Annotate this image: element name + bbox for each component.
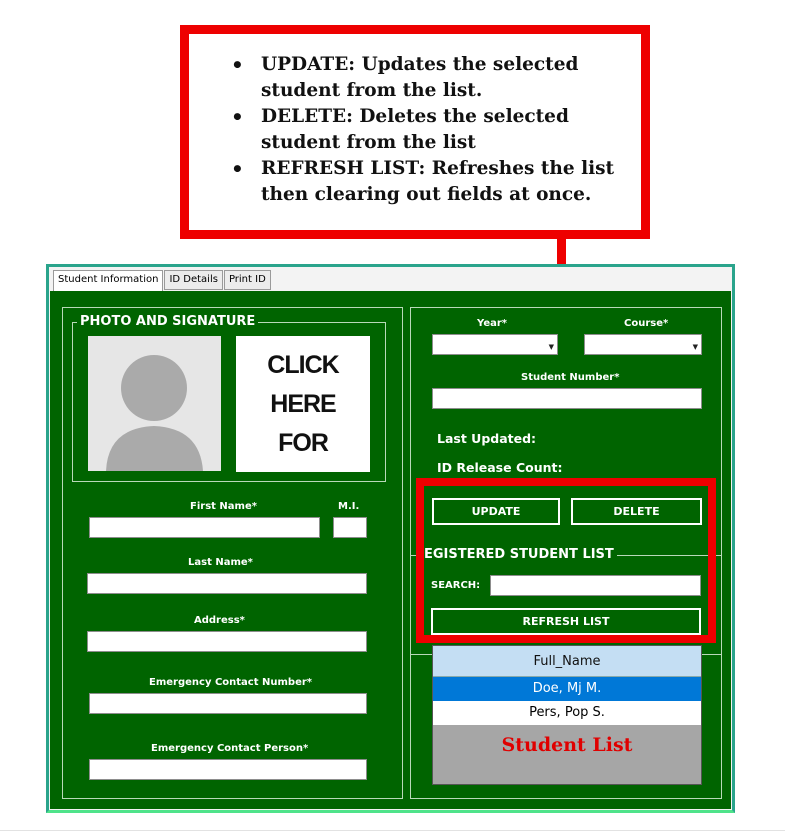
year-select[interactable]: ▼	[432, 334, 558, 355]
signature-line-1: CLICK HERE	[267, 351, 339, 418]
signature-line-3: SIGNATURE	[236, 463, 370, 472]
table-row[interactable]: Pers, Pop S.	[433, 701, 701, 725]
annotation-list: UPDATE: Updates the selected student fro…	[213, 52, 623, 208]
annotation-item-delete: DELETE: Deletes the selected student fro…	[213, 104, 623, 156]
photo-signature-group: PHOTO AND SIGNATURE CLICK HERE FOR SIGNA…	[72, 314, 386, 482]
avatar-placeholder-icon	[88, 336, 221, 471]
address-label: Address*	[194, 615, 245, 626]
chevron-down-icon: ▼	[692, 343, 698, 351]
last-name-input[interactable]	[87, 573, 367, 594]
tab-student-information[interactable]: Student Information	[53, 270, 164, 292]
student-list-grid[interactable]: Full_Name Doe, Mj M. Pers, Pop S. Studen…	[432, 645, 702, 785]
signature-line-2: FOR	[278, 429, 329, 457]
last-name-label: Last Name*	[188, 557, 253, 568]
photo-signature-title: PHOTO AND SIGNATURE	[77, 314, 259, 329]
year-label: Year*	[477, 318, 508, 329]
chevron-down-icon: ▼	[548, 343, 554, 351]
signature-box[interactable]: CLICK HERE FOR SIGNATURE	[236, 336, 370, 472]
grid-watermark: Student List	[501, 734, 633, 756]
tab-id-details[interactable]: ID Details	[164, 270, 223, 290]
first-name-label: First Name*	[190, 501, 257, 512]
course-label: Course*	[624, 318, 669, 329]
table-row[interactable]: Doe, Mj M.	[433, 677, 701, 701]
annotation-item-refresh: REFRESH LIST: Refreshes the list then cl…	[213, 156, 623, 208]
highlight-box	[416, 478, 716, 643]
id-release-count-label: ID Release Count:	[437, 460, 563, 475]
left-panel: PHOTO AND SIGNATURE CLICK HERE FOR SIGNA…	[62, 307, 403, 799]
student-number-label: Student Number*	[521, 372, 620, 383]
mi-label: M.I.	[338, 501, 360, 512]
tab-strip: Student Information ID Details Print ID	[53, 270, 272, 292]
emergency-person-input[interactable]	[89, 759, 367, 780]
tab-print-id[interactable]: Print ID	[223, 270, 271, 290]
middle-initial-input[interactable]	[333, 517, 367, 538]
page-divider	[0, 830, 785, 831]
emergency-person-label: Emergency Contact Person*	[151, 743, 309, 754]
address-input[interactable]	[87, 631, 367, 652]
emergency-number-input[interactable]	[89, 693, 367, 714]
emergency-number-label: Emergency Contact Number*	[149, 677, 313, 688]
annotation-item-update: UPDATE: Updates the selected student fro…	[213, 52, 623, 104]
last-updated-label: Last Updated:	[437, 431, 537, 446]
course-select[interactable]: ▼	[584, 334, 702, 355]
annotation-callout: UPDATE: Updates the selected student fro…	[180, 25, 650, 239]
student-number-input[interactable]	[432, 388, 702, 409]
grid-header-full-name[interactable]: Full_Name	[433, 646, 701, 677]
photo-box[interactable]	[88, 336, 221, 471]
first-name-input[interactable]	[89, 517, 320, 538]
